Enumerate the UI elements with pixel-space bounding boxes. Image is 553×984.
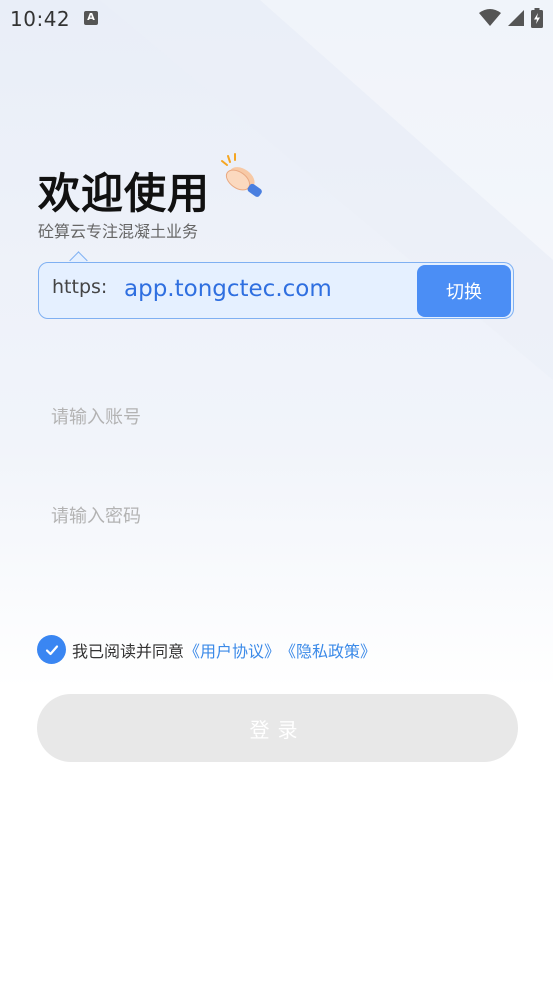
user-agreement-link[interactable]: 《用户协议》: [184, 638, 280, 662]
server-address: app.tongctec.com: [124, 276, 332, 302]
signal-icon: [508, 10, 524, 26]
status-indicators: [479, 8, 543, 28]
protocol-label: https:: [52, 276, 108, 298]
clapping-hands-icon: [221, 153, 262, 197]
login-button[interactable]: 登录: [37, 694, 518, 762]
agreement-text: 我已阅读并同意: [72, 641, 185, 661]
welcome-title: 欢迎使用: [38, 169, 211, 218]
agreement-row: 我已阅读并同意 《用户协议》 《隐私政策》: [37, 635, 376, 664]
switch-server-button[interactable]: 切换: [417, 265, 511, 317]
server-address-box: https: app.tongctec.com 切换: [38, 262, 514, 319]
account-input[interactable]: [38, 387, 514, 447]
privacy-policy-link[interactable]: 《隐私政策》: [280, 638, 376, 662]
status-bar: 10:42 A: [0, 0, 553, 40]
agreement-checkbox[interactable]: [37, 635, 66, 664]
checkmark-icon: [45, 644, 58, 655]
wifi-icon: [479, 9, 501, 26]
battery-icon: [531, 8, 543, 28]
notification-icon: A: [84, 11, 98, 25]
status-time: 10:42: [10, 7, 71, 31]
password-input[interactable]: [38, 486, 514, 546]
subtitle: 砼算云专注混凝土业务: [38, 222, 199, 241]
